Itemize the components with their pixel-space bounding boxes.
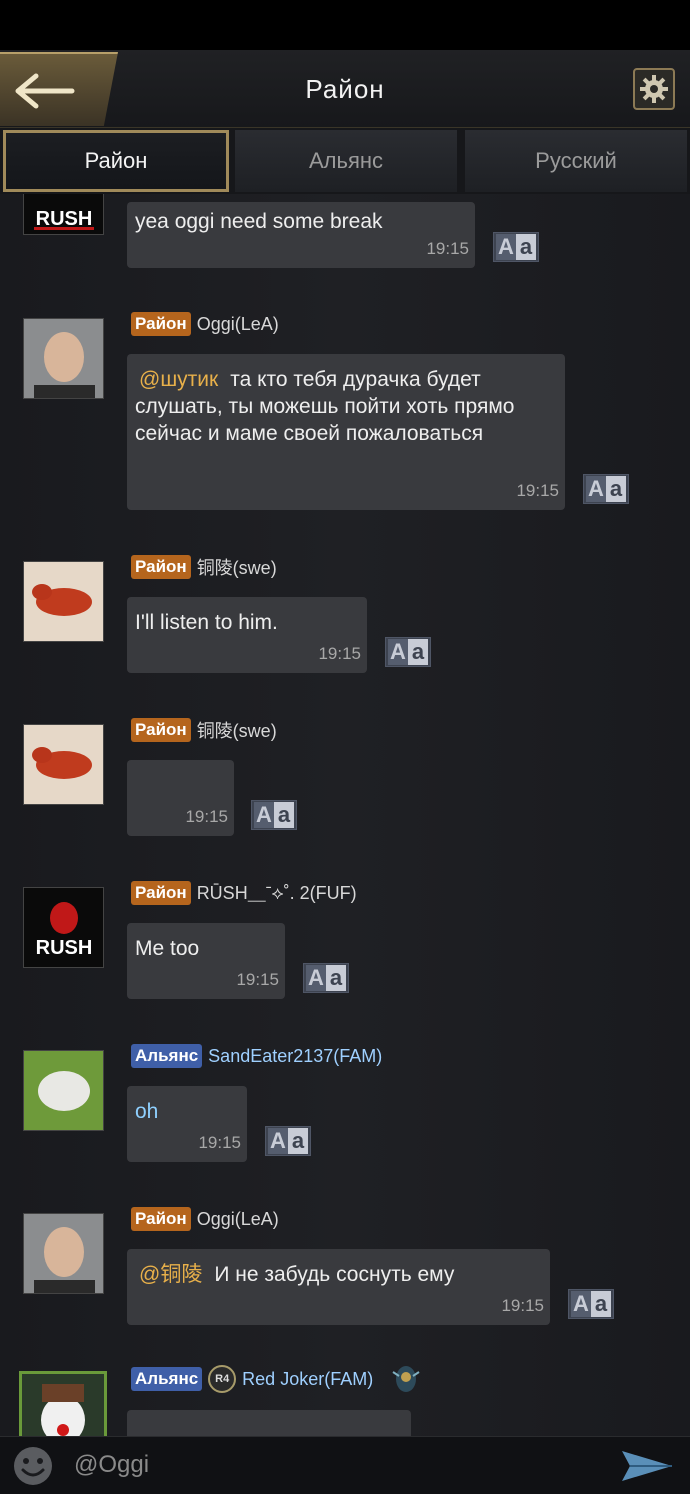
tab-bar: Район Альянс Русский bbox=[0, 128, 690, 194]
district-badge: Район bbox=[131, 312, 191, 336]
smiley-icon[interactable] bbox=[12, 1445, 54, 1487]
message-text: yea oggi need some break bbox=[135, 210, 383, 233]
chat-list[interactable]: RUSH yea oggi need some break 19:15 Aa Р… bbox=[0, 194, 690, 1436]
message-text: Me too bbox=[135, 937, 200, 960]
message-text: I'll listen to him. bbox=[135, 611, 278, 634]
username[interactable]: 铜陵(swe) bbox=[197, 717, 277, 743]
paper-plane-icon[interactable] bbox=[620, 1449, 674, 1483]
message-time: 19:15 bbox=[501, 1296, 544, 1315]
tab-alliance[interactable]: Альянс bbox=[235, 130, 457, 192]
message-bubble[interactable]: yea oggi need some break 19:15 bbox=[127, 202, 475, 268]
avatar[interactable] bbox=[23, 724, 104, 805]
message-meta: Район 铜陵(swe) bbox=[131, 717, 277, 743]
district-badge: Район bbox=[131, 555, 191, 579]
settings-button[interactable] bbox=[633, 68, 675, 110]
avatar[interactable] bbox=[23, 318, 104, 399]
message-time: 19:15 bbox=[198, 1133, 241, 1152]
avatar[interactable] bbox=[23, 1213, 104, 1294]
title-emblem-icon bbox=[392, 1366, 420, 1392]
header: Район bbox=[0, 50, 690, 128]
message-text: oh bbox=[135, 1100, 159, 1123]
avatar[interactable] bbox=[19, 1371, 107, 1436]
message-time: 19:15 bbox=[516, 481, 559, 500]
tab-district[interactable]: Район bbox=[3, 130, 229, 192]
district-badge: Район bbox=[131, 718, 191, 742]
username[interactable]: Red Joker(FAM) bbox=[242, 1369, 373, 1390]
status-bar bbox=[0, 0, 690, 50]
alliance-badge: Альянс bbox=[131, 1044, 203, 1068]
avatar[interactable] bbox=[23, 1050, 104, 1131]
message-bubble[interactable] bbox=[127, 1410, 411, 1436]
message-text: И не забудь соснуть ему bbox=[214, 1263, 455, 1286]
message-meta: Район 铜陵(swe) bbox=[131, 554, 277, 580]
district-badge: Район bbox=[131, 1207, 191, 1231]
svg-text:RUSH: RUSH bbox=[36, 208, 93, 230]
username[interactable]: Oggi(LeA) bbox=[197, 1209, 279, 1230]
translate-icon[interactable]: Aa bbox=[303, 963, 349, 993]
avatar[interactable] bbox=[23, 561, 104, 642]
username[interactable]: 铜陵(swe) bbox=[197, 554, 277, 580]
message-bubble[interactable]: Me too 19:15 bbox=[127, 923, 285, 999]
message-bubble[interactable]: @шутик та кто тебя дурачка будет слушать,… bbox=[127, 354, 565, 510]
message-time: 19:15 bbox=[318, 644, 361, 663]
gear-icon bbox=[640, 75, 668, 103]
rank-badge: R4 bbox=[208, 1365, 237, 1393]
message-bubble[interactable]: oh 19:15 bbox=[127, 1086, 247, 1162]
input-bar bbox=[0, 1436, 690, 1494]
username[interactable]: Oggi(LeA) bbox=[197, 314, 279, 335]
translate-icon[interactable]: Aa bbox=[493, 232, 539, 262]
message-meta: Район Oggi(LeA) bbox=[131, 1206, 279, 1232]
message-meta: Район RŪSH⸏ˉ⟡˚. 2(FUF) bbox=[131, 880, 357, 906]
message-meta: Альянс SandEater2137(FAM) bbox=[131, 1043, 382, 1069]
username[interactable]: RŪSH⸏ˉ⟡˚. 2(FUF) bbox=[197, 881, 357, 905]
translate-icon[interactable]: Aa bbox=[568, 1289, 614, 1319]
message-bubble[interactable]: 19:15 bbox=[127, 760, 234, 836]
mention[interactable]: @шутик bbox=[139, 368, 218, 391]
translate-icon[interactable]: Aa bbox=[265, 1126, 311, 1156]
district-badge: Район bbox=[131, 881, 191, 905]
page-title: Район bbox=[305, 74, 385, 104]
message-time: 19:15 bbox=[185, 807, 228, 826]
svg-text:RUSH: RUSH bbox=[36, 937, 93, 959]
message-meta: Район Oggi(LeA) bbox=[131, 311, 279, 337]
translate-icon[interactable]: Aa bbox=[583, 474, 629, 504]
chat-input[interactable] bbox=[74, 1445, 594, 1485]
translate-icon[interactable]: Aa bbox=[251, 800, 297, 830]
message-time: 19:15 bbox=[236, 970, 279, 989]
message-meta: Альянс R4 Red Joker(FAM) bbox=[131, 1365, 423, 1393]
mention[interactable]: @铜陵 bbox=[139, 1263, 202, 1286]
alliance-badge: Альянс bbox=[131, 1367, 203, 1391]
avatar[interactable]: RUSH bbox=[23, 887, 104, 968]
translate-icon[interactable]: Aa bbox=[385, 637, 431, 667]
username[interactable]: SandEater2137(FAM) bbox=[208, 1046, 382, 1067]
message-bubble[interactable]: I'll listen to him. 19:15 bbox=[127, 597, 367, 673]
message-bubble[interactable]: @铜陵 И не забудь соснуть ему 19:15 bbox=[127, 1249, 550, 1325]
avatar[interactable]: RUSH bbox=[23, 194, 104, 235]
message-time: 19:15 bbox=[426, 239, 469, 258]
tab-russian[interactable]: Русский bbox=[465, 130, 687, 192]
